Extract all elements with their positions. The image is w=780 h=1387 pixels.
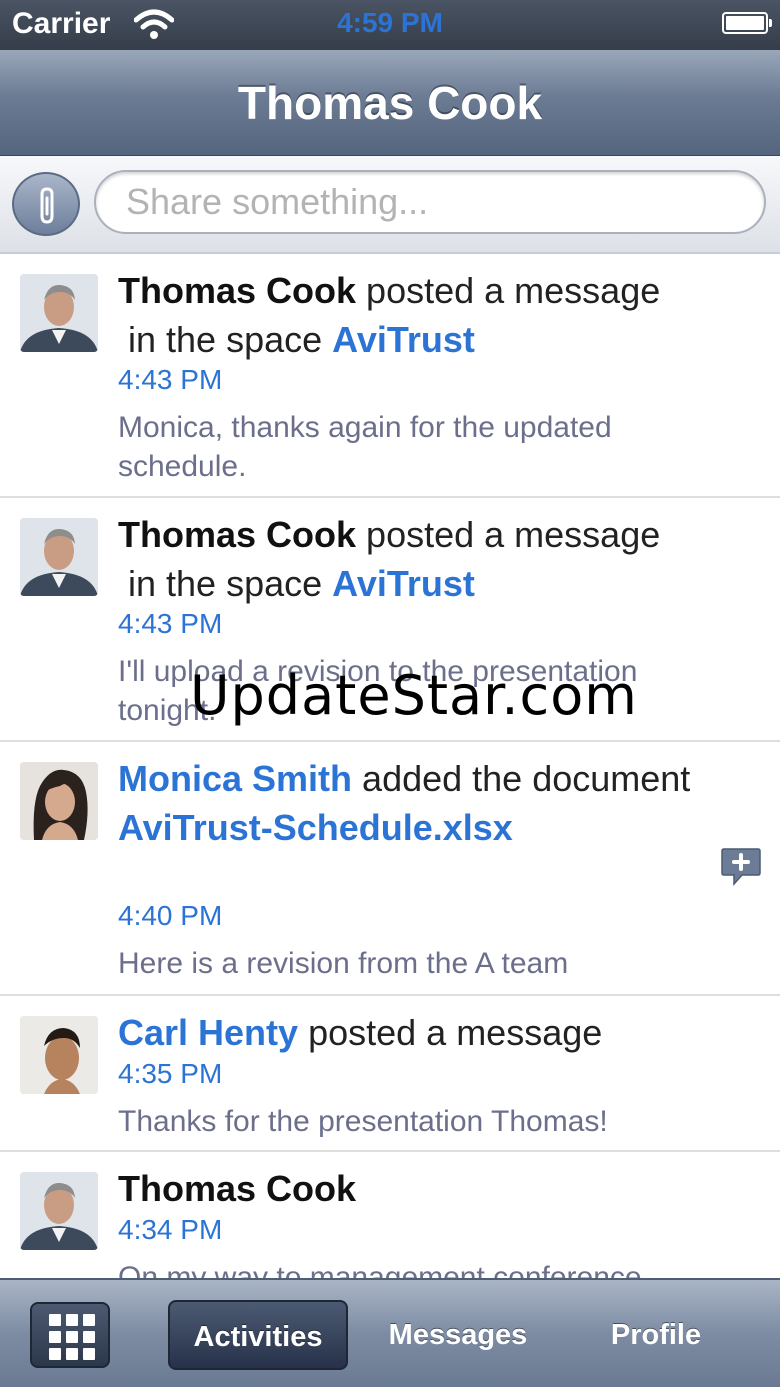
list-item[interactable]: Carl Henty posted a message 4:35 PM Than… [0, 996, 780, 1152]
message-body: Here is a revision from the A team [118, 947, 569, 980]
space-link[interactable]: AviTrust [332, 319, 475, 360]
list-item[interactable]: Monica Smith added the document AviTrust… [0, 742, 780, 996]
tab-messages[interactable]: Messages [368, 1300, 548, 1370]
share-bar [0, 156, 780, 254]
avatar [20, 762, 98, 840]
list-item[interactable]: Thomas Cook posted a message in the spac… [0, 254, 780, 498]
battery-icon [722, 12, 772, 34]
item-headline: Thomas Cook [118, 1164, 738, 1213]
action-text: posted a message [366, 514, 661, 555]
activity-feed[interactable]: Thomas Cook posted a message in the spac… [0, 254, 780, 1278]
status-bar: Carrier 4:59 PM [0, 0, 780, 50]
timestamp: 4:40 PM [118, 900, 223, 931]
action-text: posted a message [366, 270, 661, 311]
avatar [20, 274, 98, 352]
item-headline: Thomas Cook posted a message in the spac… [118, 266, 738, 364]
timestamp: 4:35 PM [118, 1058, 223, 1089]
document-link[interactable]: AviTrust-Schedule.xlsx [118, 807, 513, 848]
page-title: Thomas Cook [237, 77, 543, 129]
tab-bar: Activities Messages Profile [0, 1278, 780, 1387]
tab-activities[interactable]: Activities [168, 1300, 348, 1370]
prefix-text: in the space [128, 563, 323, 604]
timestamp: 4:34 PM [118, 1214, 223, 1245]
prefix-text: in the space [128, 319, 323, 360]
actor-name[interactable]: Thomas Cook [118, 270, 356, 311]
list-item[interactable]: Thomas Cook 4:34 PM On my way to managem… [0, 1152, 780, 1278]
avatar [20, 1016, 98, 1094]
paperclip-icon [40, 187, 54, 224]
status-time: 4:59 PM [337, 7, 443, 38]
item-headline: Monica Smith added the document AviTrust… [118, 754, 738, 852]
avatar [20, 1172, 98, 1250]
grid-icon [49, 1314, 95, 1360]
avatar [20, 518, 98, 596]
attach-button[interactable] [12, 172, 80, 236]
actor-name[interactable]: Thomas Cook [118, 1168, 356, 1209]
actor-name[interactable]: Carl Henty [118, 1012, 298, 1053]
tab-profile[interactable]: Profile [566, 1300, 746, 1370]
apps-grid-button[interactable] [30, 1302, 110, 1368]
item-headline: Thomas Cook posted a message in the spac… [118, 510, 738, 608]
space-link[interactable]: AviTrust [332, 563, 475, 604]
message-body: On my way to management conference [118, 1261, 642, 1278]
timestamp: 4:43 PM [118, 364, 223, 395]
actor-name[interactable]: Monica Smith [118, 758, 352, 799]
action-text: added the document [362, 758, 691, 799]
share-input[interactable] [94, 170, 766, 234]
nav-bar: Thomas Cook [0, 50, 780, 156]
watermark: UpdateStar.com [190, 664, 638, 727]
item-headline: Carl Henty posted a message [118, 1008, 738, 1057]
actor-name[interactable]: Thomas Cook [118, 514, 356, 555]
add-comment-icon[interactable] [720, 846, 762, 888]
timestamp: 4:43 PM [118, 608, 223, 639]
action-text: posted a message [308, 1012, 603, 1053]
message-body: Monica, thanks again for the updated sch… [118, 411, 612, 483]
message-body: Thanks for the presentation Thomas! [118, 1105, 608, 1138]
